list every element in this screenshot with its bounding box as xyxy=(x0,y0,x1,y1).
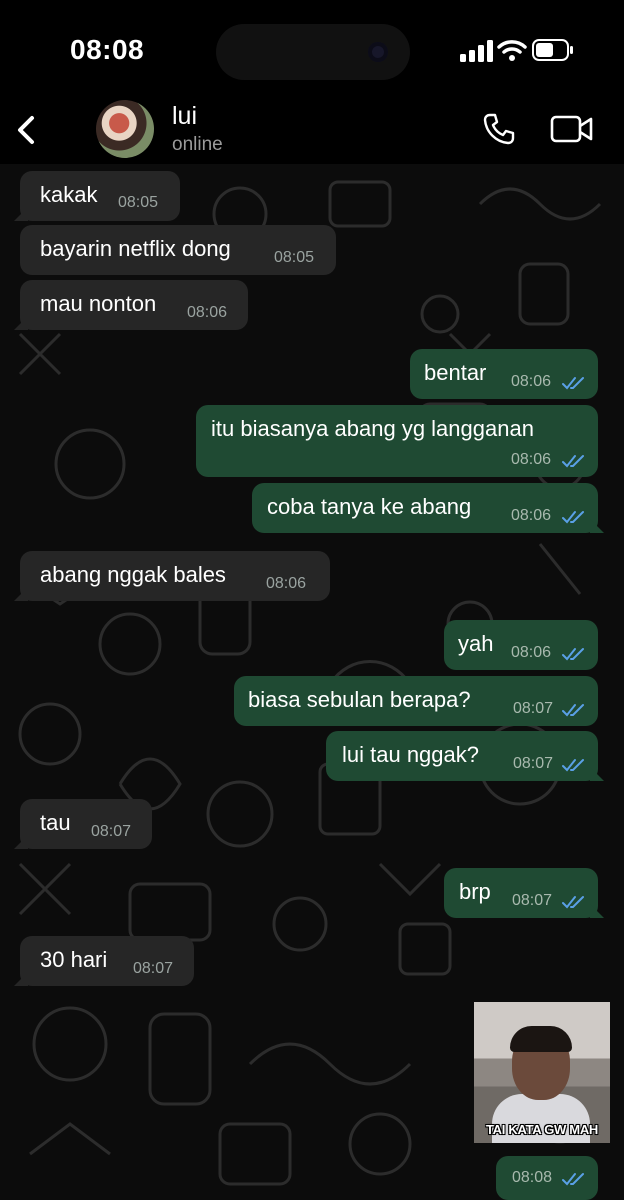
message-text: lui tau nggak? xyxy=(342,742,479,767)
double-check-icon xyxy=(562,511,584,524)
message-text: brp xyxy=(459,879,491,904)
message-bubble-outgoing[interactable]: 08:08 xyxy=(496,1156,598,1200)
message-bubble-incoming[interactable]: 30 hari 08:07 xyxy=(20,936,194,986)
chat-header: lui online xyxy=(0,100,624,164)
message-time: 08:08 xyxy=(512,1169,553,1186)
message-time: 08:06 xyxy=(511,644,552,661)
message-time: 08:06 xyxy=(187,304,228,321)
message-bubble-outgoing[interactable]: lui tau nggak? 08:07 xyxy=(326,731,598,781)
message-time: 08:07 xyxy=(512,892,553,909)
message-text: yah xyxy=(458,631,494,656)
message-time: 08:07 xyxy=(91,823,132,840)
message-time: 08:06 xyxy=(266,575,307,592)
double-check-icon xyxy=(562,704,584,717)
phone-icon[interactable] xyxy=(482,112,516,146)
battery-icon xyxy=(532,39,573,61)
message-text: abang nggak bales xyxy=(40,562,226,587)
message-bubble-incoming[interactable]: bayarin netflix dong 08:05 xyxy=(20,225,336,275)
message-bubble-outgoing[interactable]: biasa sebulan berapa? 08:07 xyxy=(234,676,598,726)
double-check-icon xyxy=(562,377,584,390)
contact-status: online xyxy=(172,134,223,155)
message-bubble-outgoing[interactable]: coba tanya ke abang 08:06 xyxy=(252,483,598,533)
contact-name[interactable]: lui xyxy=(172,102,197,131)
message-time: 08:06 xyxy=(511,373,552,390)
contact-avatar[interactable] xyxy=(96,100,154,158)
message-text: coba tanya ke abang xyxy=(267,494,472,519)
message-bubble-outgoing[interactable]: itu biasanya abang yg langganan 08:06 xyxy=(196,405,598,477)
message-bubble-incoming[interactable]: tau 08:07 xyxy=(20,799,152,849)
message-time: 08:05 xyxy=(118,194,159,211)
message-text: tau xyxy=(40,810,71,835)
video-camera-icon[interactable] xyxy=(550,112,594,146)
back-chevron-icon[interactable] xyxy=(10,110,46,150)
dynamic-island xyxy=(216,24,410,80)
chat-area[interactable]: kakak 08:05 bayarin netflix dong 08:05 m… xyxy=(0,164,624,1200)
message-text: itu biasanya abang yg langganan xyxy=(211,416,534,441)
double-check-icon xyxy=(562,1173,584,1186)
signal-icon xyxy=(460,40,493,62)
status-time: 08:08 xyxy=(70,34,145,65)
message-bubble-incoming[interactable]: abang nggak bales 08:06 xyxy=(20,551,330,601)
message-bubble-incoming[interactable]: kakak 08:05 xyxy=(20,171,180,221)
message-text: bayarin netflix dong xyxy=(40,236,231,261)
double-check-icon xyxy=(562,455,584,468)
message-bubble-outgoing[interactable]: brp 08:07 xyxy=(444,868,598,918)
message-bubble-outgoing[interactable]: bentar 08:06 xyxy=(410,349,598,399)
message-text: mau nonton xyxy=(40,291,157,316)
double-check-icon xyxy=(562,648,584,661)
wifi-icon xyxy=(497,40,527,61)
message-bubble-outgoing[interactable]: yah 08:06 xyxy=(444,620,598,670)
sticker-image[interactable]: TAI KATA GW MAH xyxy=(474,1002,610,1143)
double-check-icon xyxy=(562,896,584,909)
message-text: biasa sebulan berapa? xyxy=(248,687,471,712)
message-text: 30 hari xyxy=(40,947,108,972)
message-time: 08:07 xyxy=(513,700,554,717)
message-time: 08:07 xyxy=(133,960,174,977)
sticker-caption: TAI KATA GW MAH xyxy=(486,1122,598,1137)
message-time: 08:07 xyxy=(513,755,554,772)
message-time: 08:06 xyxy=(511,507,552,524)
message-time: 08:05 xyxy=(274,249,315,266)
message-text: kakak xyxy=(40,182,98,207)
message-time: 08:06 xyxy=(511,451,552,468)
message-text: bentar xyxy=(424,360,487,385)
message-bubble-incoming[interactable]: mau nonton 08:06 xyxy=(20,280,248,330)
status-bar: 08:08 xyxy=(0,0,624,100)
double-check-icon xyxy=(562,759,584,772)
